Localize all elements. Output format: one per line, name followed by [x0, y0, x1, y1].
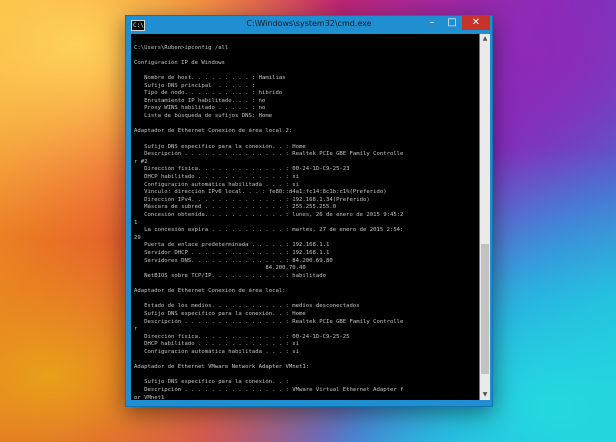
console-line: Proxy WINS habilitado . . . . . : no	[134, 105, 266, 112]
console-line: Sufijo DNS específico para la conexión. …	[134, 143, 306, 150]
console-line: DHCP habilitado . . . . . . . . . . . . …	[134, 341, 300, 348]
console-line: Descripción . . . . . . . . . . . . . . …	[134, 387, 404, 394]
console-text: C:\Users\Ruben>ipconfig /all Configuració…	[134, 37, 477, 400]
maximize-button[interactable]: □	[442, 16, 462, 30]
console-line: Enrutamiento IP habilitado. . . : no	[134, 97, 266, 104]
scroll-thumb[interactable]	[481, 244, 489, 374]
console-line: Configuración automática habilitada . . …	[134, 181, 300, 188]
console-line: Adaptador de Ethernet Conexión de área l…	[134, 288, 286, 295]
console-line: Lista de búsqueda de sufijos DNS: Home	[134, 113, 273, 120]
console-line: Configuración automática habilitada . . …	[134, 348, 300, 355]
console-line: Máscara de subred . . . . . . . . . . . …	[134, 204, 337, 211]
console-line: Tipo de nodo. . . . . . . . . . : híbrid…	[134, 90, 283, 97]
console-output[interactable]: C:\Users\Ruben>ipconfig /all Configuració…	[131, 34, 479, 400]
scroll-down-button[interactable]: ▼	[480, 390, 490, 400]
console-line: Adaptador de Ethernet Conexión de área l…	[134, 128, 293, 135]
console-line: Sufijo DNS principal . . . . . :	[134, 82, 256, 89]
console-line: Concesión obtenida. . . . . . . . . . . …	[134, 212, 404, 219]
console-line: Sufijo DNS específico para la conexión. …	[134, 310, 306, 317]
scroll-up-button[interactable]: ▲	[480, 34, 490, 44]
console-line: 29	[134, 234, 141, 241]
console-line: 1	[134, 219, 138, 226]
console-line: Dirección física. . . . . . . . . . . . …	[134, 333, 350, 340]
console-line: Dirección IPv4. . . . . . . . . . . . . …	[134, 196, 370, 203]
console-line: 84.200.70.40	[134, 265, 306, 272]
console-line: r	[134, 326, 138, 333]
close-button[interactable]: ✕	[462, 16, 490, 30]
cmd-window: C:\ C:\Windows\system32\cmd.exe – □ ✕ C:…	[125, 15, 493, 407]
console-line: Dirección física. . . . . . . . . . . . …	[134, 166, 350, 173]
console-line: Sufijo DNS específico para la conexión. …	[134, 379, 289, 386]
console-line: Estado de los medios. . . . . . . . . . …	[134, 303, 360, 310]
console-line: Puerta de enlace predeterminada . . . . …	[134, 242, 330, 249]
console-line: r #2	[134, 158, 148, 165]
console-line: Servidor DHCP . . . . . . . . . . . . . …	[134, 250, 330, 257]
console-line: Adaptador de Ethernet VMware Network Ada…	[134, 364, 310, 371]
vertical-scrollbar[interactable]: ▲ ▼	[480, 34, 490, 400]
console-line: Vínculo: dirección IPv6 local. . . : fe8…	[134, 189, 387, 196]
console-line: Descripción . . . . . . . . . . . . . . …	[134, 318, 404, 325]
minimize-button[interactable]: –	[422, 16, 442, 30]
console-line: C:\Users\Ruben>ipconfig /all	[134, 44, 229, 51]
console-line: NetBIOS sobre TCP/IP. . . . . . . . . . …	[134, 272, 326, 279]
console-line: Configuración IP de Windows	[134, 59, 225, 66]
console-line: Descripción . . . . . . . . . . . . . . …	[134, 151, 404, 158]
console-line: or VMnet1	[134, 394, 165, 400]
title-bar[interactable]: C:\ C:\Windows\system32\cmd.exe – □ ✕	[126, 16, 492, 34]
console-line: Servidores DNS. . . . . . . . . . . . . …	[134, 257, 333, 264]
console-line: Nombre de host. . . . . . . . . : Hamili…	[134, 75, 286, 82]
console-line: DHCP habilitado . . . . . . . . . . . . …	[134, 173, 300, 180]
console-line: La concesión expira . . . . . . . . . . …	[134, 227, 404, 234]
